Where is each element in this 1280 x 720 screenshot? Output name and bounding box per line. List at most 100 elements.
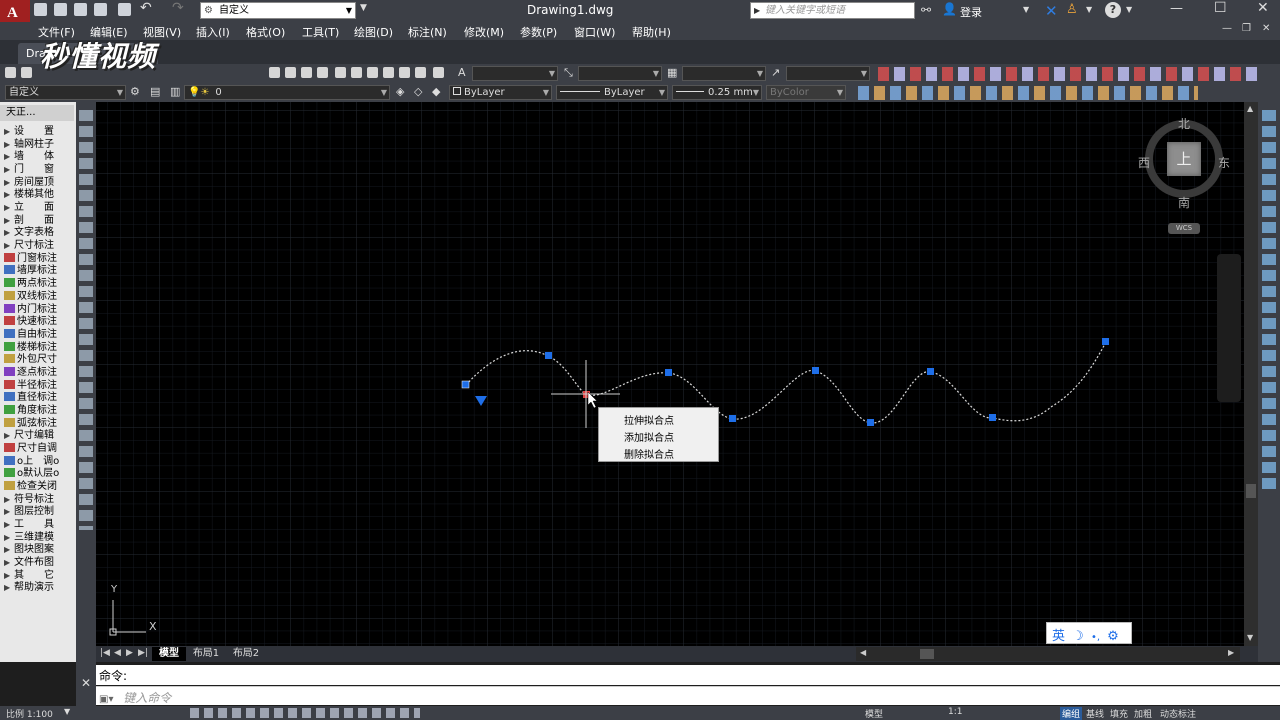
save-icon[interactable] bbox=[74, 3, 87, 16]
scale-readout[interactable]: 比例 1:100 bbox=[6, 707, 53, 720]
scroll-thumb[interactable] bbox=[1246, 484, 1256, 498]
palette-item[interactable]: 门窗标注 bbox=[0, 252, 76, 266]
doc-restore-button[interactable]: ❐ bbox=[1242, 23, 1251, 34]
last-layout-icon[interactable]: ▶| bbox=[138, 648, 148, 658]
table-style-select[interactable]: ▼ bbox=[682, 66, 766, 81]
new-icon[interactable] bbox=[5, 67, 16, 78]
fit-point-grip[interactable] bbox=[1102, 338, 1109, 345]
annotation-scale[interactable]: 1:1 bbox=[948, 707, 962, 717]
new-file-icon[interactable] bbox=[34, 3, 47, 16]
a360-icon[interactable]: ♙ bbox=[1066, 2, 1078, 17]
dim-style-icon[interactable]: ⤡ bbox=[564, 66, 573, 80]
menu-modify[interactable]: 修改(M) bbox=[464, 24, 504, 40]
properties-icon[interactable] bbox=[335, 67, 346, 78]
palette-item[interactable]: 自由标注 bbox=[0, 328, 76, 342]
dim-style-select[interactable]: ▼ bbox=[578, 66, 662, 81]
moon-icon[interactable]: ☽ bbox=[1072, 629, 1084, 644]
palette-item[interactable]: ▶ 文件布图 bbox=[0, 557, 76, 570]
close-command-icon[interactable]: ✕ bbox=[81, 676, 91, 690]
save-as-icon[interactable] bbox=[94, 3, 107, 16]
next-layout-icon[interactable]: ▶ bbox=[126, 648, 133, 658]
undo-icon[interactable]: ↶ bbox=[140, 0, 152, 16]
layer-manager-icon[interactable]: ▥ bbox=[170, 85, 180, 98]
layer-previous-icon[interactable]: ◇ bbox=[414, 85, 422, 98]
palette-item[interactable]: 角度标注 bbox=[0, 404, 76, 418]
fit-point-grip[interactable] bbox=[927, 368, 934, 375]
help-icon[interactable]: ? bbox=[1105, 2, 1121, 18]
palette-item[interactable]: ▶ 帮助演示 bbox=[0, 582, 76, 595]
menu-parametric[interactable]: 参数(P) bbox=[520, 24, 557, 40]
palette-item[interactable]: ▶ 剖 面 bbox=[0, 215, 76, 228]
palette-item[interactable]: 尺寸自调 bbox=[0, 443, 76, 456]
palette-item[interactable]: ▶ 三维建模 bbox=[0, 532, 76, 545]
workspace-combo[interactable]: 自定义 ▼ bbox=[5, 85, 126, 100]
a360-dropdown-icon[interactable]: ▼ bbox=[1086, 5, 1092, 14]
scale-dropdown-icon[interactable]: ▼ bbox=[64, 707, 70, 716]
palette-item[interactable]: ▶ 墙 体 bbox=[0, 151, 76, 164]
menu-item-add-fit-point[interactable]: 添加拟合点 bbox=[624, 429, 674, 444]
palette-item[interactable]: ▶ 房间屋顶 bbox=[0, 177, 76, 190]
markup-icon[interactable] bbox=[399, 67, 410, 78]
palette-item[interactable]: 半径标注 bbox=[0, 379, 76, 393]
open-icon[interactable] bbox=[21, 67, 32, 78]
palette-item[interactable]: 检查关闭 bbox=[0, 481, 76, 494]
scroll-up-icon[interactable]: ▲ bbox=[1247, 104, 1253, 113]
palette-item[interactable]: ▶ 轴网柱子 bbox=[0, 139, 76, 152]
linetype-select[interactable]: ByLayer ▼ bbox=[556, 85, 668, 100]
palette-item[interactable]: ▶ 图块图案 bbox=[0, 544, 76, 557]
status-dynamic-dim[interactable]: 动态标注 bbox=[1160, 707, 1196, 720]
open-file-icon[interactable] bbox=[54, 3, 67, 16]
maximize-button[interactable]: ☐ bbox=[1214, 0, 1227, 16]
status-group[interactable]: 编组 bbox=[1060, 707, 1083, 720]
mleader-style-select[interactable]: ▼ bbox=[786, 66, 870, 81]
design-center-icon[interactable] bbox=[351, 67, 362, 78]
palette-item[interactable]: ▶ 门 窗 bbox=[0, 164, 76, 177]
viewcube-east[interactable]: 东 bbox=[1218, 154, 1230, 171]
pan-icon[interactable] bbox=[269, 67, 280, 78]
menu-item-delete-fit-point[interactable]: 删除拟合点 bbox=[624, 446, 674, 461]
viewcube-north[interactable]: 北 bbox=[1178, 115, 1190, 132]
fit-point-grip[interactable] bbox=[461, 380, 470, 389]
fit-point-grip[interactable] bbox=[729, 415, 736, 422]
palette-item[interactable]: 外包尺寸 bbox=[0, 354, 76, 367]
palette-item[interactable]: ▶ 设 置 bbox=[0, 126, 76, 139]
mleader-style-icon[interactable]: ↗ bbox=[771, 66, 780, 79]
redo-icon[interactable]: ↷ bbox=[172, 0, 184, 16]
help-toolbar-icon[interactable] bbox=[433, 67, 444, 78]
viewcube-face-top[interactable]: 上 bbox=[1167, 142, 1201, 176]
palette-item[interactable]: ▶ 立 面 bbox=[0, 202, 76, 215]
search-box[interactable]: ▶ 键入关键字或短语 bbox=[750, 2, 915, 19]
first-layout-icon[interactable]: |◀ bbox=[100, 648, 110, 658]
hscroll-thumb[interactable] bbox=[920, 649, 934, 659]
fit-point-grip[interactable] bbox=[989, 414, 996, 421]
palette-item[interactable]: 快速标注 bbox=[0, 316, 76, 329]
ime-toolbar[interactable]: 英 ☽ •, ⚙ bbox=[1046, 622, 1132, 644]
layer-properties-icon[interactable]: ▤ bbox=[150, 85, 160, 98]
scroll-down-icon[interactable]: ▼ bbox=[1247, 633, 1253, 642]
navigation-bar[interactable] bbox=[1217, 254, 1241, 402]
layer-select[interactable]: 💡☀ 0 ▼ bbox=[184, 85, 390, 100]
fit-point-grip[interactable] bbox=[812, 367, 819, 374]
viewcube-west[interactable]: 西 bbox=[1138, 154, 1150, 171]
zoom-window-icon[interactable] bbox=[301, 67, 312, 78]
palette-item[interactable]: ▶ 其 它 bbox=[0, 570, 76, 583]
viewcube[interactable]: 上 北 南 西 东 bbox=[1138, 115, 1230, 210]
status-bold[interactable]: 加粗 bbox=[1134, 707, 1152, 720]
make-current-icon[interactable]: ◈ bbox=[396, 85, 404, 98]
doc-close-button[interactable]: ✕ bbox=[1262, 23, 1270, 34]
settings-gear-icon[interactable]: ⚙ bbox=[1107, 629, 1119, 644]
menu-tools[interactable]: 工具(T) bbox=[302, 24, 339, 40]
palette-item[interactable]: 逐点标注 bbox=[0, 366, 76, 380]
color-select[interactable]: ByLayer ▼ bbox=[449, 85, 552, 100]
fit-point-grip[interactable] bbox=[867, 419, 874, 426]
fit-point-grip[interactable] bbox=[665, 369, 672, 376]
plotstyle-select[interactable]: ByColor ▼ bbox=[766, 85, 846, 100]
login-link[interactable]: 登录 bbox=[960, 4, 982, 20]
status-fill[interactable]: 填充 bbox=[1110, 707, 1128, 720]
text-style-icon[interactable]: A bbox=[458, 66, 466, 79]
menu-help[interactable]: 帮助(H) bbox=[632, 24, 671, 40]
zoom-previous-icon[interactable] bbox=[317, 67, 328, 78]
palette-item[interactable]: ▶ 工 具 bbox=[0, 519, 76, 532]
viewcube-south[interactable]: 南 bbox=[1178, 194, 1190, 211]
calculator-icon[interactable] bbox=[415, 67, 426, 78]
